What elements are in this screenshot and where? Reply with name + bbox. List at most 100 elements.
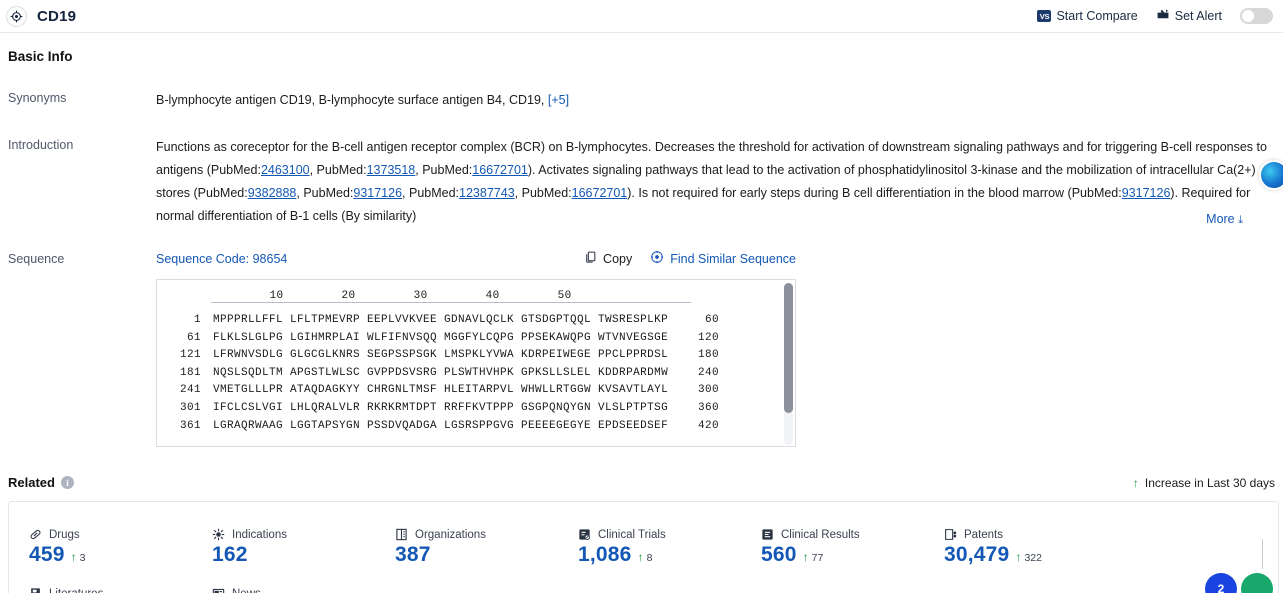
up-arrow-icon: ↑ (1015, 550, 1022, 564)
header-left-group: CD19 (6, 5, 76, 27)
literature-icon (29, 587, 42, 593)
stat-delta-value: 77 (811, 552, 824, 564)
copy-icon (584, 250, 597, 267)
stat-label: Indications (212, 528, 395, 541)
stat-label-text: Organizations (415, 528, 486, 541)
pubmed-link[interactable]: 9382888 (248, 186, 297, 200)
sequence-line: 121 LFRWNVSDLG GLGCGLKNRS SEGPSSPSGK LMSP… (157, 347, 795, 365)
header-actions: VS Start Compare Set Alert (1037, 8, 1273, 24)
pubmed-link[interactable]: 9317126 (353, 186, 402, 200)
stat-label-text: Drugs (49, 528, 80, 541)
sequence-lines: 1 MPPPRLLFFL LFLTPMEVRP EEPLVVKVEE GDNAVL… (157, 312, 795, 435)
sequence-ruler-tick: 30 (413, 290, 428, 302)
sequence-ruler-tick: 20 (341, 290, 356, 302)
sequence-start-index: 61 (186, 331, 201, 344)
clinical-result-icon (761, 528, 774, 541)
stat-cell: Clinical Results 560 ↑ 77 (761, 528, 944, 567)
info-icon[interactable]: i (60, 476, 74, 489)
stat-cell: Literatures13,670 (29, 587, 212, 593)
start-compare-label: Start Compare (1056, 9, 1138, 23)
set-alert-button[interactable]: Set Alert (1156, 8, 1222, 24)
pubmed-link[interactable]: 1373518 (367, 163, 416, 177)
stat-value-row: 162 (212, 543, 395, 567)
alert-toggle[interactable] (1240, 8, 1273, 24)
stat-cell: Organizations 387 (395, 528, 578, 567)
introduction-more-link[interactable]: More ⤓ (1184, 212, 1243, 227)
pill-icon (29, 528, 42, 541)
pubmed-link[interactable]: 9317126 (1122, 186, 1171, 200)
help-icon[interactable] (1241, 573, 1273, 593)
sequence-code[interactable]: Sequence Code: 98654 (156, 252, 287, 266)
basic-info-title: Basic Info (8, 49, 73, 64)
target-crosshair-icon (6, 5, 27, 27)
vs-icon: VS (1037, 10, 1052, 22)
virus-icon (212, 528, 225, 541)
sequence-header: Sequence Code: 98654 Copy Find Similar S… (156, 250, 796, 267)
clinical-trial-icon (578, 528, 591, 541)
chat-badge-count: 2 (1217, 582, 1225, 593)
stat-value[interactable]: 560 (761, 543, 797, 567)
stat-label: News (212, 587, 395, 593)
sequence-viewer[interactable]: 10 20 30 40 50 1 MPPPRLLFFL LFLTPMEVRP EEPLVV… (156, 279, 796, 447)
stat-value[interactable]: 459 (29, 543, 65, 567)
find-similar-label: Find Similar Sequence (670, 251, 796, 266)
pubmed-link[interactable]: 16672701 (572, 186, 628, 200)
floating-orb-icon[interactable] (1259, 160, 1283, 190)
sequence-ruler-tick: 50 (557, 290, 572, 302)
stat-label-text: News (232, 588, 261, 593)
stat-label: Clinical Trials (578, 528, 761, 541)
sequence-residues: MPPPRLLFFL LFLTPMEVRP EEPLVVKVEE GDNAVLQ… (213, 314, 669, 326)
pubmed-link[interactable]: 16672701 (472, 163, 528, 177)
stat-cell: Indications 162 (212, 528, 395, 567)
pubmed-link[interactable]: 12387743 (459, 186, 515, 200)
sequence-actions: Copy Find Similar Sequence (584, 250, 796, 267)
stat-cell: Drugs 459 ↑ 3 (29, 528, 212, 567)
copy-button[interactable]: Copy (584, 250, 632, 267)
up-arrow-icon: ↑ (802, 550, 809, 564)
chevron-down-icon: ⤓ (1238, 214, 1243, 226)
sequence-ruler-line (211, 302, 691, 303)
stat-label: Patents (944, 528, 1127, 541)
introduction-text-segment: , PubMed: (415, 163, 473, 177)
sequence-end-index: 120 (697, 331, 719, 344)
stat-label-text: Clinical Trials (598, 528, 666, 541)
chat-widget[interactable]: 2 (1205, 573, 1273, 593)
sequence-scroll-thumb[interactable] (784, 283, 793, 413)
sequence-start-index: 301 (179, 401, 201, 414)
stat-value[interactable]: 30,479 (944, 543, 1009, 567)
sequence-start-index: 361 (179, 419, 201, 432)
sequence-start-index: 241 (179, 384, 201, 397)
synonyms-more-link[interactable]: [+5] (548, 93, 569, 107)
sequence-end-index: 180 (697, 349, 719, 362)
stat-delta: ↑ 3 (71, 550, 86, 564)
sequence-scrollbar[interactable] (784, 283, 793, 445)
synonyms-label: Synonyms (8, 91, 67, 105)
patent-icon (944, 528, 957, 541)
sequence-line: 181 NQSLSQDLTM APGSTLWLSC GVPPDSVSRG PLSW… (157, 365, 795, 383)
related-stats-grid: Drugs 459 ↑ 3 Indications 162 Organizations 387… (9, 528, 1278, 593)
start-compare-button[interactable]: VS Start Compare (1037, 9, 1138, 23)
introduction-text-segment: ). Is not required for early steps durin… (627, 186, 1122, 200)
increase-legend-label: Increase in Last 30 days (1144, 475, 1275, 490)
introduction-text-segment: , PubMed: (402, 186, 460, 200)
stat-value-row: 387 (395, 543, 578, 567)
stat-value[interactable]: 1,086 (578, 543, 632, 567)
up-arrow-icon: ↑ (637, 550, 644, 564)
pubmed-link[interactable]: 2463100 (261, 163, 310, 177)
stat-label-text: Clinical Results (781, 528, 860, 541)
find-similar-sequence-button[interactable]: Find Similar Sequence (650, 250, 796, 267)
stat-label-text: Literatures (49, 588, 103, 593)
stat-value[interactable]: 387 (395, 543, 431, 567)
chat-connector-line (1262, 539, 1263, 569)
stat-value[interactable]: 162 (212, 543, 248, 567)
sequence-residues: LFRWNVSDLG GLGCGLKNRS SEGPSSPSGK LMSPKLY… (213, 349, 669, 362)
sequence-ruler: 10 20 30 40 50 (157, 290, 795, 312)
alert-bell-icon (1156, 8, 1170, 24)
introduction-text-segment: , PubMed: (309, 163, 367, 177)
introduction-label: Introduction (8, 138, 74, 152)
find-similar-icon (650, 250, 664, 267)
chat-icon[interactable]: 2 (1205, 573, 1237, 593)
stat-value-row: 560 ↑ 77 (761, 543, 944, 567)
stat-label: Drugs (29, 528, 212, 541)
sequence-start-index: 1 (193, 314, 201, 326)
